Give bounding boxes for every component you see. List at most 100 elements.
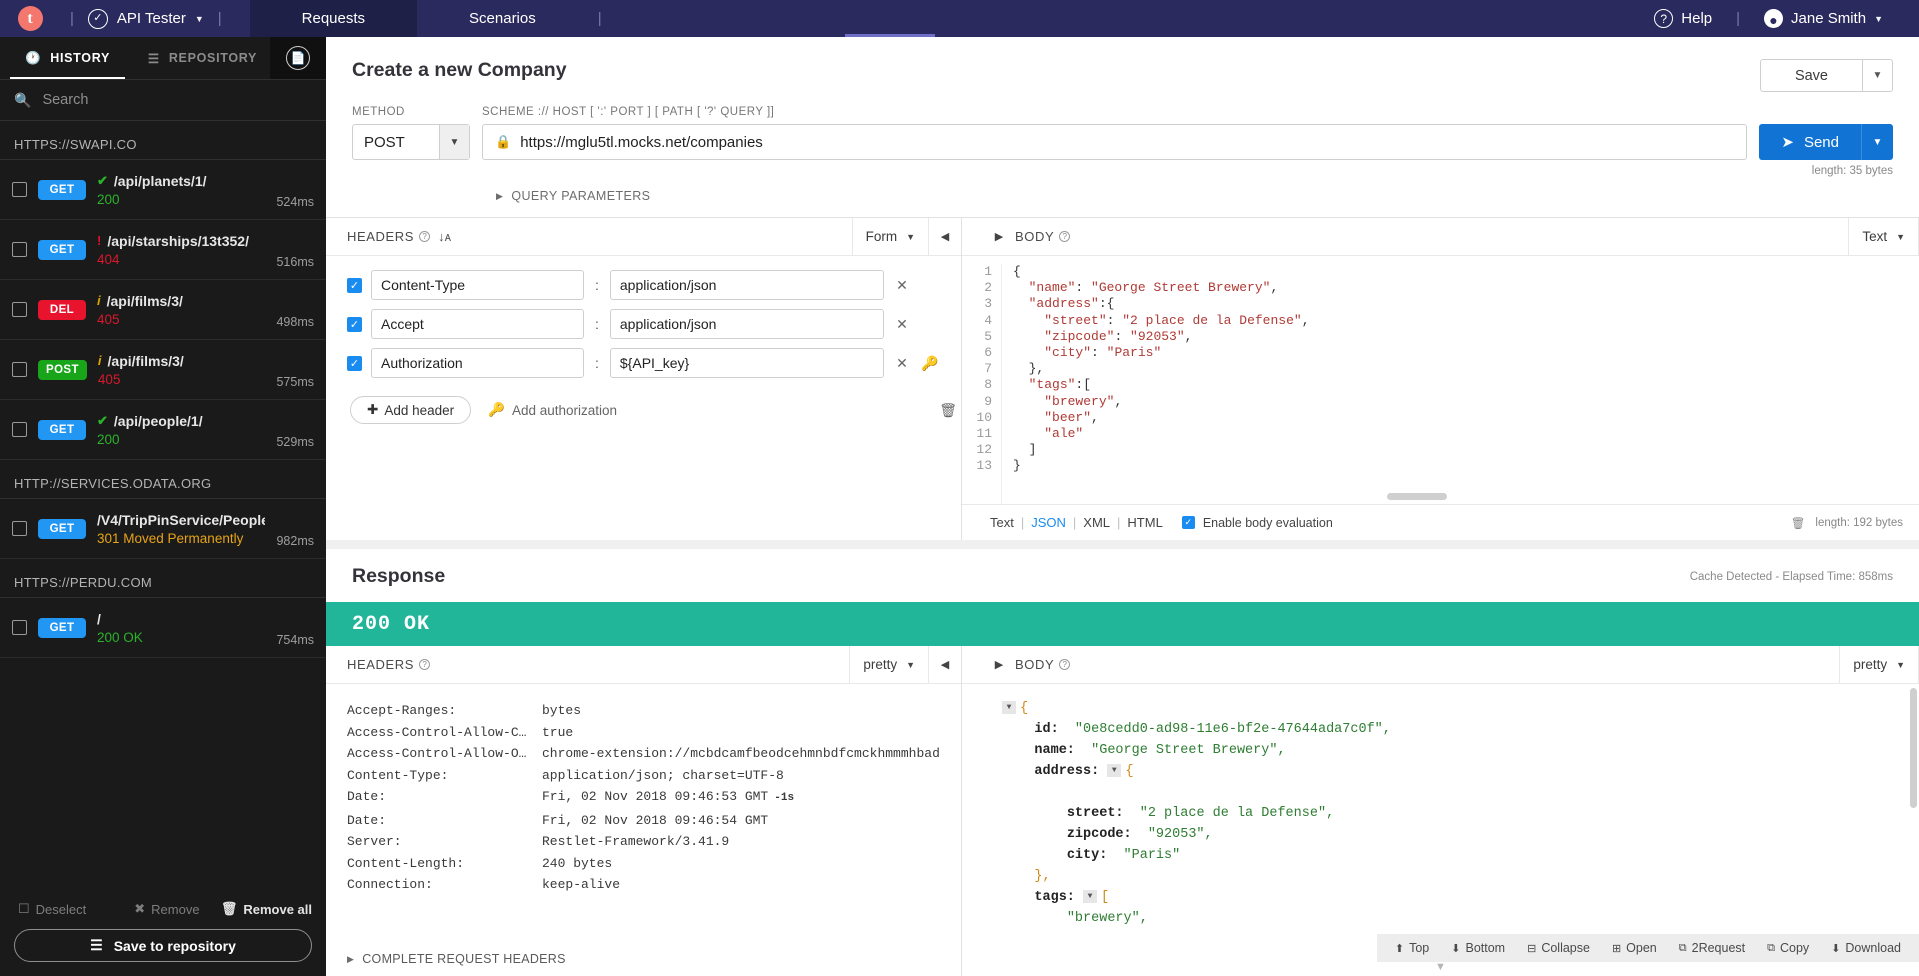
json-toolbar-download-button[interactable]: ⬇ Download — [1821, 941, 1911, 955]
help-circle-icon[interactable]: ? — [419, 659, 431, 670]
collapse-headers-pane-icon[interactable]: ◀ — [929, 218, 961, 255]
remove-all-button[interactable]: 🗑 Remove all — [221, 901, 312, 917]
response-body-scrollbar[interactable] — [1910, 688, 1917, 808]
help-button[interactable]: ? Help — [1640, 9, 1726, 28]
response-header-key: Access-Control-Allow-O… — [347, 746, 527, 761]
header-key-icon[interactable]: 🔑 — [920, 355, 940, 372]
editor-horizontal-scrollbar[interactable] — [1002, 493, 1919, 500]
send-button[interactable]: ➤ Send — [1759, 124, 1861, 160]
json-toolbar-2request-button[interactable]: ⧉ 2Request — [1669, 941, 1755, 955]
json-toolbar-open-button[interactable]: ⊞ Open — [1602, 941, 1667, 955]
header-key-input[interactable] — [371, 270, 584, 300]
collapse-address-toggle[interactable]: ▼ — [1107, 763, 1122, 777]
line-number: 13 — [976, 458, 992, 474]
scroll-down-hint-icon[interactable]: ▼ — [962, 962, 1919, 976]
save-button[interactable]: Save — [1759, 59, 1863, 92]
history-item-checkbox[interactable] — [12, 422, 27, 437]
tab-scenarios[interactable]: Scenarios — [417, 0, 588, 37]
header-key-input[interactable] — [371, 348, 584, 378]
json-toolbar-collapse-button[interactable]: ⊟ Collapse — [1517, 941, 1600, 955]
sidebar-tab-repository[interactable]: ☰ REPOSITORY — [135, 37, 270, 79]
enable-body-evaluation-checkbox[interactable]: ✓ — [1181, 516, 1195, 529]
url-input[interactable] — [520, 133, 1735, 151]
history-item[interactable]: GET !/api/starships/13t352/404 516ms — [0, 220, 326, 280]
format-text-button[interactable]: Text — [983, 515, 1021, 530]
remove-header-icon[interactable]: ✕ — [893, 277, 911, 294]
header-enabled-checkbox[interactable]: ✓ — [347, 277, 362, 293]
format-xml-button[interactable]: XML — [1076, 515, 1117, 530]
url-input-wrap[interactable]: 🔒 — [482, 124, 1748, 160]
editor-line-numbers: 1 2 3 4 5 6 7 8 9 10 11 12 13 — [962, 264, 1002, 504]
help-circle-icon[interactable]: ? — [1059, 231, 1071, 242]
format-json-button[interactable]: JSON — [1024, 515, 1073, 530]
history-item[interactable]: GET ✔/api/planets/1/200 524ms — [0, 160, 326, 220]
remove-header-icon[interactable]: ✕ — [893, 316, 911, 333]
remove-header-icon[interactable]: ✕ — [893, 355, 911, 372]
header-value-input[interactable] — [609, 270, 884, 300]
editor-code[interactable]: { "name": "George Street Brewery", "addr… — [1002, 264, 1919, 504]
deselect-button[interactable]: ☐ Deselect — [18, 901, 86, 917]
add-header-button[interactable]: ✚ Add header — [350, 396, 472, 424]
json-toolbar-bottom-button[interactable]: ⬇ Bottom — [1441, 941, 1515, 955]
history-item-checkbox[interactable] — [12, 521, 27, 536]
history-item[interactable]: GET/V4/TripPinService/People 301 Moved Pe… — [0, 499, 326, 559]
body-view-mode-select[interactable]: Text ▼ — [1848, 218, 1919, 255]
history-item-checkbox[interactable] — [12, 302, 27, 317]
headers-view-mode-select[interactable]: Form ▼ — [851, 218, 929, 255]
query-parameters-toggle[interactable]: ▶ QUERY PARAMETERS — [326, 177, 1919, 217]
response-body-viewer[interactable]: ▼{ id: "0e8cedd0-ad98-11e6-bf2e-47644ada… — [962, 684, 1919, 962]
history-item[interactable]: GET / 200 OK 754ms — [0, 598, 326, 658]
complete-request-headers-toggle[interactable]: ▶ COMPLETE REQUEST HEADERS — [326, 942, 961, 976]
sidebar-search[interactable]: 🔍 — [0, 79, 326, 121]
header-value-input[interactable] — [609, 348, 884, 378]
sidebar-tab-history[interactable]: 🕐 HISTORY — [0, 37, 135, 79]
format-html-button[interactable]: HTML — [1120, 515, 1169, 530]
scrollbar-thumb[interactable] — [1387, 493, 1447, 500]
add-authorization-button[interactable]: 🔑 Add authorization — [488, 402, 617, 418]
collapse-root-toggle[interactable]: ▼ — [1002, 700, 1016, 714]
clear-headers-trash-icon[interactable]: 🗑 — [939, 402, 961, 419]
header-key-input[interactable] — [371, 309, 584, 339]
search-input[interactable] — [42, 92, 312, 108]
json-toolbar-copy-button[interactable]: ⧉ Copy — [1757, 941, 1819, 955]
chevron-down-icon[interactable]: ▼ — [439, 125, 469, 159]
header-value-input[interactable] — [609, 309, 884, 339]
history-item[interactable]: DEL i/api/films/3/405 498ms — [0, 280, 326, 340]
response-body-view-mode-select[interactable]: pretty ▼ — [1839, 646, 1919, 683]
header-enabled-checkbox[interactable]: ✓ — [347, 355, 362, 371]
search-icon: 🔍 — [14, 91, 32, 108]
save-dropdown-caret-icon[interactable]: ▼ — [1863, 59, 1893, 92]
send-dropdown-caret-icon[interactable]: ▼ — [1861, 124, 1893, 160]
history-item[interactable]: POST i/api/films/3/405 575ms — [0, 340, 326, 400]
response-headers-view-mode-select[interactable]: pretty ▼ — [849, 646, 929, 683]
status-alert-icon: ! — [97, 233, 102, 248]
help-circle-icon[interactable]: ? — [1059, 659, 1071, 670]
help-circle-icon[interactable]: ? — [419, 231, 431, 242]
history-list[interactable]: HTTPS://SWAPI.CO GET ✔/api/planets/1/200 52… — [0, 121, 326, 891]
clear-body-trash-icon[interactable]: 🗑 — [1791, 516, 1806, 530]
history-item-checkbox[interactable] — [12, 242, 27, 257]
history-item-checkbox[interactable] — [12, 362, 27, 377]
history-item[interactable]: GET ✔/api/people/1/200 529ms — [0, 400, 326, 460]
line-number: 3 — [984, 296, 992, 312]
request-body-editor[interactable]: 1 2 3 4 5 6 7 8 9 10 11 12 13 { "name": "George Stre… — [962, 256, 1919, 504]
json-toolbar-top-button[interactable]: ⬆ Top — [1385, 941, 1439, 955]
app-logo[interactable]: t — [0, 6, 60, 31]
collapse-body-pane-icon[interactable]: ▶ — [983, 230, 1015, 243]
app-switcher[interactable]: ✓ API Tester ▼ — [84, 8, 208, 29]
method-select[interactable]: POST ▼ — [352, 124, 470, 160]
remove-button[interactable]: ✖ Remove — [134, 901, 199, 917]
new-document-button[interactable]: 📄 — [270, 37, 326, 79]
user-menu[interactable]: ● Jane Smith ▼ — [1750, 9, 1897, 28]
collapse-response-headers-icon[interactable]: ◀ — [929, 646, 961, 683]
history-item-checkbox[interactable] — [12, 182, 27, 197]
save-to-repository-button[interactable]: ☰ Save to repository — [14, 929, 312, 962]
collapse-response-body-icon[interactable]: ▶ — [983, 658, 1015, 671]
history-item-checkbox[interactable] — [12, 620, 27, 635]
tab-requests[interactable]: Requests — [249, 0, 418, 37]
sort-alpha-icon[interactable]: ↓ᴀ — [438, 229, 451, 244]
response-header-key: Content-Length: — [347, 855, 465, 871]
collapse-tags-toggle[interactable]: ▼ — [1083, 889, 1098, 903]
json-key-city: city: — [1066, 848, 1108, 863]
header-enabled-checkbox[interactable]: ✓ — [347, 316, 362, 332]
